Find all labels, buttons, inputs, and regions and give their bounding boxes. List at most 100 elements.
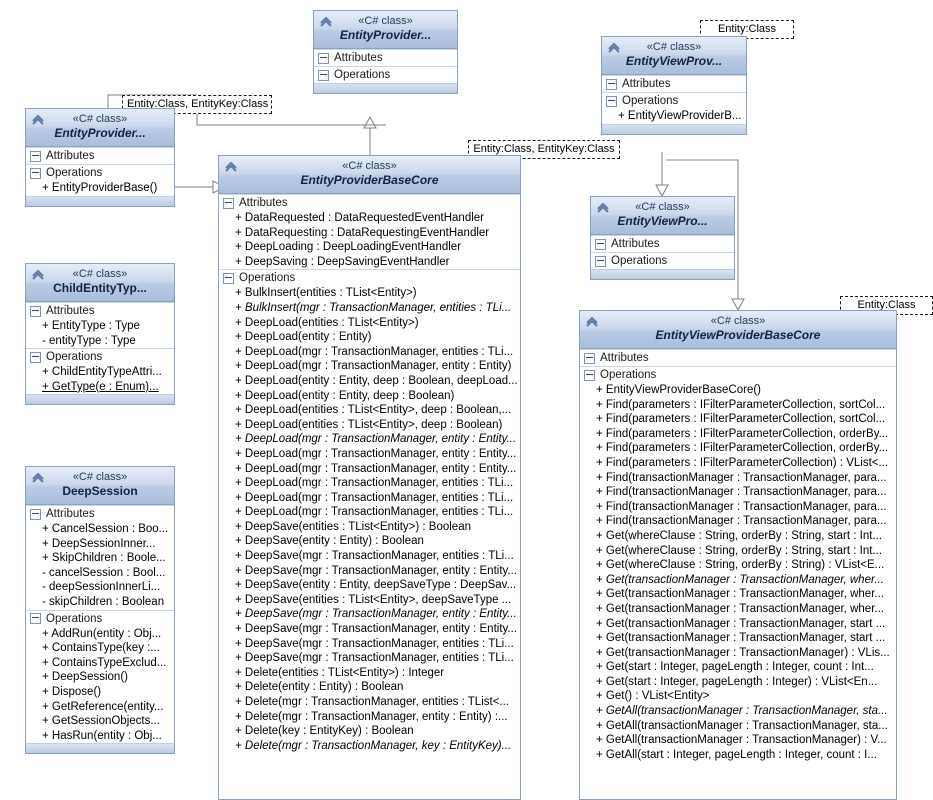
collapse-icon[interactable]: [30, 351, 41, 363]
attributes-compartment-header[interactable]: Attributes: [26, 147, 174, 164]
collapse-icon[interactable]: [30, 613, 41, 625]
collapse-icon[interactable]: [584, 352, 595, 364]
class-member[interactable]: + EntityViewProviderBaseCore(): [580, 383, 894, 398]
class-member[interactable]: + DeepLoading : DeepLoadingEventHandler: [219, 240, 518, 255]
class-member[interactable]: + ChildEntityTypeAttri...: [26, 365, 172, 380]
class-member[interactable]: + GetAll(transactionManager : Transactio…: [580, 733, 894, 748]
operations-compartment-header[interactable]: Operations: [580, 366, 896, 383]
collapse-icon[interactable]: [584, 369, 595, 381]
class-member[interactable]: + Find(transactionManager : TransactionM…: [580, 471, 894, 486]
attributes-compartment-header[interactable]: Attributes: [219, 194, 520, 211]
class-member[interactable]: + Get(transactionManager : TransactionMa…: [580, 587, 894, 602]
collapse-icon[interactable]: [30, 305, 41, 317]
class-member[interactable]: + DeepLoad(mgr : TransactionManager, ent…: [219, 359, 518, 374]
class-member[interactable]: + Find(parameters : IFilterParameterColl…: [580, 412, 894, 427]
class-child-entity-type-attribute[interactable]: «C# class» ChildEntityTyp... Attributes …: [25, 263, 175, 406]
class-member[interactable]: + Find(transactionManager : TransactionM…: [580, 500, 894, 515]
class-member[interactable]: + GetAll(start : Integer, pageLength : I…: [580, 748, 894, 763]
class-member[interactable]: + BulkInsert(mgr : TransactionManager, e…: [219, 301, 518, 316]
class-member[interactable]: + DeepLoad(entity : Entity, deep : Boole…: [219, 374, 518, 389]
class-member[interactable]: + DeepSave(entities : TList<Entity>, dee…: [219, 593, 518, 608]
class-member[interactable]: - cancelSession : Bool...: [26, 566, 172, 581]
class-member[interactable]: + Find(transactionManager : TransactionM…: [580, 514, 894, 529]
class-member[interactable]: + BulkInsert(entities : TList<Entity>): [219, 286, 518, 301]
collapse-icon[interactable]: [606, 95, 617, 107]
class-member[interactable]: + DeepSave(entities : TList<Entity>) : B…: [219, 520, 518, 535]
class-member[interactable]: + GetSessionObjects...: [26, 714, 172, 729]
class-member[interactable]: + DeepSave(mgr : TransactionManager, ent…: [219, 549, 518, 564]
operations-compartment-header[interactable]: Operations: [602, 92, 746, 109]
attributes-compartment-header[interactable]: Attributes: [26, 302, 174, 319]
class-member[interactable]: + Delete(entities : TList<Entity>) : Int…: [219, 666, 518, 681]
class-member[interactable]: + Find(parameters : IFilterParameterColl…: [580, 427, 894, 442]
class-member[interactable]: + ContainsType(key :...: [26, 641, 172, 656]
class-member[interactable]: + Get(start : Integer, pageLength : Inte…: [580, 675, 894, 690]
attributes-compartment-header[interactable]: Attributes: [602, 75, 746, 92]
class-member[interactable]: + Delete(entity : Entity) : Boolean: [219, 680, 518, 695]
class-member[interactable]: + Delete(mgr : TransactionManager, entit…: [219, 695, 518, 710]
collapse-icon[interactable]: [318, 69, 329, 81]
class-member[interactable]: + DeepLoad(mgr : TransactionManager, ent…: [219, 432, 518, 447]
class-member[interactable]: + Find(transactionManager : TransactionM…: [580, 485, 894, 500]
class-member[interactable]: + Get(whereClause : String, orderBy : St…: [580, 544, 894, 559]
class-member[interactable]: + DeepSession(): [26, 670, 172, 685]
class-member[interactable]: + EntityType : Type: [26, 319, 172, 334]
class-member[interactable]: + Get(whereClause : String, orderBy : St…: [580, 529, 894, 544]
class-member[interactable]: + GetReference(entity...: [26, 700, 172, 715]
class-member[interactable]: + DeepLoad(entity : Entity): [219, 330, 518, 345]
class-member[interactable]: + Find(parameters : IFilterParameterColl…: [580, 441, 894, 456]
class-entity-view-provider-mid[interactable]: «C# class» EntityViewPro... Attributes O…: [590, 196, 735, 280]
class-member[interactable]: + DeepLoad(mgr : TransactionManager, ent…: [219, 505, 518, 520]
class-member[interactable]: + Dispose(): [26, 685, 172, 700]
collapse-icon[interactable]: [606, 78, 617, 90]
operations-compartment-header[interactable]: Operations: [26, 609, 174, 627]
class-member[interactable]: + DataRequesting : DataRequestingEventHa…: [219, 226, 518, 241]
class-member[interactable]: + AddRun(entity : Obj...: [26, 627, 172, 642]
class-member[interactable]: + ContainsTypeExclud...: [26, 656, 172, 671]
class-entity-provider-base-core[interactable]: «C# class» EntityProviderBaseCore Attrib…: [218, 155, 521, 800]
class-entity-provider-top[interactable]: «C# class» EntityProvider... Attributes …: [313, 10, 458, 94]
operations-compartment-header[interactable]: Operations: [26, 164, 174, 181]
class-member[interactable]: + Get(transactionManager : TransactionMa…: [580, 602, 894, 617]
collapse-icon[interactable]: [223, 272, 234, 284]
class-member[interactable]: + HasRun(entity : Obj...: [26, 729, 172, 744]
class-member[interactable]: + DeepSessionInner...: [26, 537, 172, 552]
class-entity-provider-left[interactable]: «C# class» EntityProvider... Attributes …: [25, 108, 175, 207]
class-member[interactable]: + DeepSave(mgr : TransactionManager, ent…: [219, 622, 518, 637]
class-member[interactable]: + Get(transactionManager : TransactionMa…: [580, 617, 894, 632]
operations-compartment-header[interactable]: Operations: [219, 269, 520, 287]
class-member[interactable]: + Delete(mgr : TransactionManager, key :…: [219, 739, 518, 754]
operations-compartment-header[interactable]: Operations: [314, 66, 457, 83]
collapse-icon[interactable]: [595, 238, 606, 250]
operations-compartment-header[interactable]: Operations: [26, 348, 174, 366]
collapse-icon[interactable]: [318, 52, 329, 64]
class-member[interactable]: + GetAll(transactionManager : Transactio…: [580, 719, 894, 734]
collapse-icon[interactable]: [30, 150, 41, 162]
class-member[interactable]: + Find(parameters : IFilterParameterColl…: [580, 456, 894, 471]
class-member[interactable]: + DeepLoad(mgr : TransactionManager, ent…: [219, 345, 518, 360]
attributes-compartment-header[interactable]: Attributes: [580, 349, 896, 366]
class-member[interactable]: + Delete(mgr : TransactionManager, entit…: [219, 710, 518, 725]
class-member[interactable]: + DeepLoad(entities : TList<Entity>, dee…: [219, 418, 518, 433]
class-member[interactable]: + Get(transactionManager : TransactionMa…: [580, 646, 894, 661]
class-member[interactable]: + Get(transactionManager : TransactionMa…: [580, 631, 894, 646]
class-member[interactable]: + DeepLoad(mgr : TransactionManager, ent…: [219, 462, 518, 477]
collapse-icon[interactable]: [30, 508, 41, 520]
class-member[interactable]: + DataRequested : DataRequestedEventHand…: [219, 211, 518, 226]
class-member[interactable]: + DeepSave(entity : Entity) : Boolean: [219, 534, 518, 549]
class-member[interactable]: + GetAll(transactionManager : Transactio…: [580, 704, 894, 719]
class-member[interactable]: + DeepLoad(entity : Entity, deep : Boole…: [219, 389, 518, 404]
class-member[interactable]: + Find(parameters : IFilterParameterColl…: [580, 398, 894, 413]
class-member[interactable]: + DeepLoad(entities : TList<Entity>): [219, 316, 518, 331]
collapse-icon[interactable]: [595, 255, 606, 267]
class-member[interactable]: - skipChildren : Boolean: [26, 595, 172, 610]
class-member[interactable]: + DeepLoad(entities : TList<Entity>, dee…: [219, 403, 518, 418]
class-member[interactable]: + Get(start : Integer, pageLength : Inte…: [580, 660, 894, 675]
class-member[interactable]: + DeepSave(mgr : TransactionManager, ent…: [219, 607, 518, 622]
class-member[interactable]: + DeepLoad(mgr : TransactionManager, ent…: [219, 476, 518, 491]
class-entity-view-provider-base-core[interactable]: «C# class» EntityViewProviderBaseCore At…: [579, 310, 897, 800]
class-member[interactable]: + GetType(e : Enum)...: [26, 380, 172, 395]
class-member[interactable]: + DeepSaving : DeepSavingEventHandler: [219, 255, 518, 270]
class-member[interactable]: - deepSessionInnerLi...: [26, 580, 172, 595]
class-member[interactable]: + DeepLoad(mgr : TransactionManager, ent…: [219, 491, 518, 506]
